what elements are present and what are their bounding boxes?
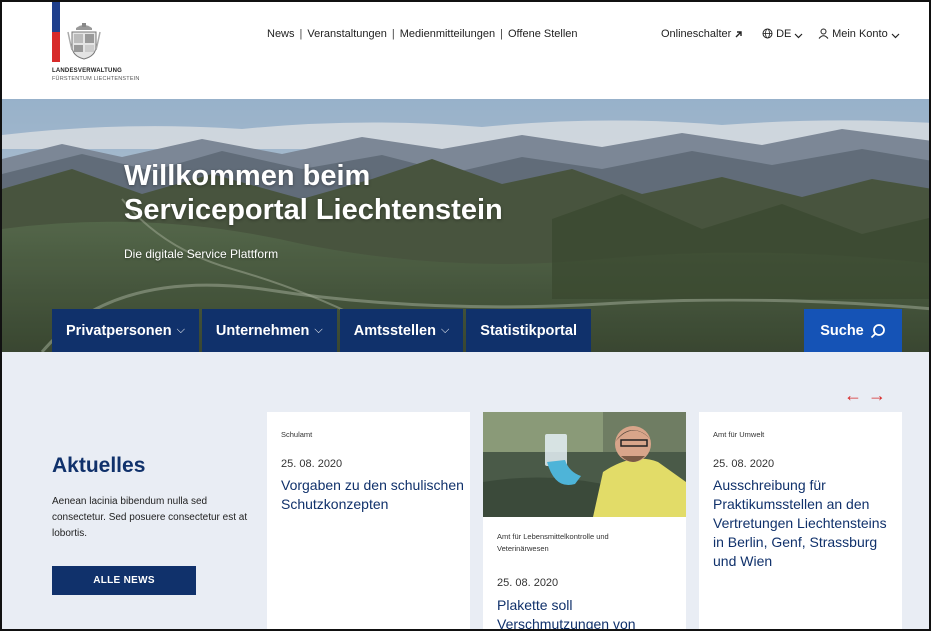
flag-blue-stripe: [52, 2, 60, 32]
category-statistikportal[interactable]: Statistikportal: [466, 309, 591, 352]
chevron-down-icon: [891, 33, 900, 39]
hero-subtitle: Die digitale Service Plattform: [124, 247, 279, 261]
language-label: DE: [776, 28, 792, 40]
search-label: Suche: [820, 322, 864, 339]
category-label: Statistikportal: [480, 322, 577, 339]
hero-title: Willkommen beim Serviceportal Liechtenst…: [124, 159, 544, 227]
coat-of-arms-icon: [67, 23, 101, 60]
external-arrow-icon: [735, 31, 743, 38]
news-card-category: Schulamt: [281, 430, 313, 439]
news-heading: Aktuelles: [52, 454, 146, 477]
topnav-separator: |: [299, 28, 303, 40]
site-header: LANDESVERWALTUNG FÜRSTENTUM LIECHTENSTEI…: [2, 2, 929, 99]
inspector-photo: [483, 412, 686, 517]
category-label: Amtsstellen: [353, 322, 436, 339]
chevron-down-icon: ⌵: [176, 324, 185, 336]
news-card-date: 25. 08. 2020: [281, 458, 343, 470]
topnav-news[interactable]: News: [267, 28, 295, 40]
browser-frame: LANDESVERWALTUNG FÜRSTENTUM LIECHTENSTEI…: [0, 0, 931, 631]
chevron-down-icon: ⌵: [440, 324, 450, 336]
category-unternehmen[interactable]: Unternehmen ⌵: [201, 309, 337, 352]
news-card-category: Amt für Lebensmittelkontrolle und Veteri…: [497, 532, 609, 553]
news-card-title[interactable]: Ausschreibung für Praktikumsstellen an d…: [713, 476, 898, 571]
user-icon: [818, 28, 829, 39]
category-privatpersonen[interactable]: Privatpersonen ⌵: [52, 309, 199, 352]
account-menu[interactable]: Mein Konto: [818, 28, 900, 40]
brand-name: LANDESVERWALTUNG: [52, 68, 122, 74]
hero-banner: Willkommen beim Serviceportal Liechtenst…: [2, 99, 929, 352]
search-icon: [870, 323, 885, 338]
news-section: ←→ Aktuelles Aenean lacinia bibendum nul…: [2, 352, 929, 629]
onlineschalter-label: Onlineschalter: [661, 28, 732, 40]
brand-subtitle: FÜRSTENTUM LIECHTENSTEIN: [52, 76, 140, 82]
arrow-right-icon[interactable]: →: [868, 385, 892, 406]
news-card-date: 25. 08. 2020: [497, 577, 559, 589]
language-selector[interactable]: DE: [762, 28, 803, 40]
category-label: Unternehmen: [215, 322, 310, 339]
flag-red-stripe: [52, 32, 60, 62]
topnav-separator: |: [500, 28, 503, 40]
arrow-left-icon[interactable]: ←: [844, 385, 868, 406]
news-card-title[interactable]: Vorgaben zu den schulischen Schutzkonzep…: [281, 476, 466, 514]
hero-title-line-2: Serviceportal Liechtenstein: [124, 194, 503, 226]
news-card-category: Amt für Umwelt: [713, 430, 765, 439]
topnav-offene-stellen[interactable]: Offene Stellen: [508, 28, 578, 40]
news-card[interactable]: Schulamt 25. 08. 2020 Vorgaben zu den sc…: [267, 412, 470, 629]
news-card[interactable]: Amt für Lebensmittelkontrolle und Veteri…: [483, 412, 686, 629]
news-card[interactable]: Amt für Umwelt 25. 08. 2020 Ausschreibun…: [699, 412, 902, 629]
logo-flag[interactable]: [52, 2, 60, 62]
category-navigation: Privatpersonen ⌵ Unternehmen ⌵ Amtsstellen…: [52, 309, 594, 352]
all-news-button[interactable]: ALLE NEWS: [52, 566, 196, 595]
topnav-medienmitteilungen[interactable]: Medienmitteilungen: [400, 28, 495, 40]
hero-title-line-1: Willkommen beim: [124, 160, 371, 192]
news-card-image: [483, 412, 686, 517]
search-button[interactable]: Suche: [804, 309, 902, 352]
top-navigation: News | Veranstaltungen | Medienmitteilungen |…: [267, 28, 578, 40]
topnav-veranstaltungen[interactable]: Veranstaltungen: [307, 28, 387, 40]
category-amtsstellen[interactable]: Amtsstellen ⌵: [339, 309, 464, 352]
topnav-separator: |: [391, 28, 395, 40]
news-card-date: 25. 08. 2020: [713, 458, 775, 470]
account-label: Mein Konto: [832, 28, 888, 40]
category-label: Privatpersonen: [66, 322, 172, 339]
news-intro: Aenean lacinia bibendum nulla sed consec…: [52, 496, 248, 539]
carousel-arrows: ←→: [844, 385, 892, 406]
chevron-down-icon: [794, 33, 803, 39]
chevron-down-icon: ⌵: [314, 324, 323, 336]
news-card-title[interactable]: Plakette soll Verschmutzungen von: [497, 596, 682, 629]
globe-icon: [762, 28, 773, 39]
onlineschalter-link[interactable]: Onlineschalter: [661, 28, 743, 40]
